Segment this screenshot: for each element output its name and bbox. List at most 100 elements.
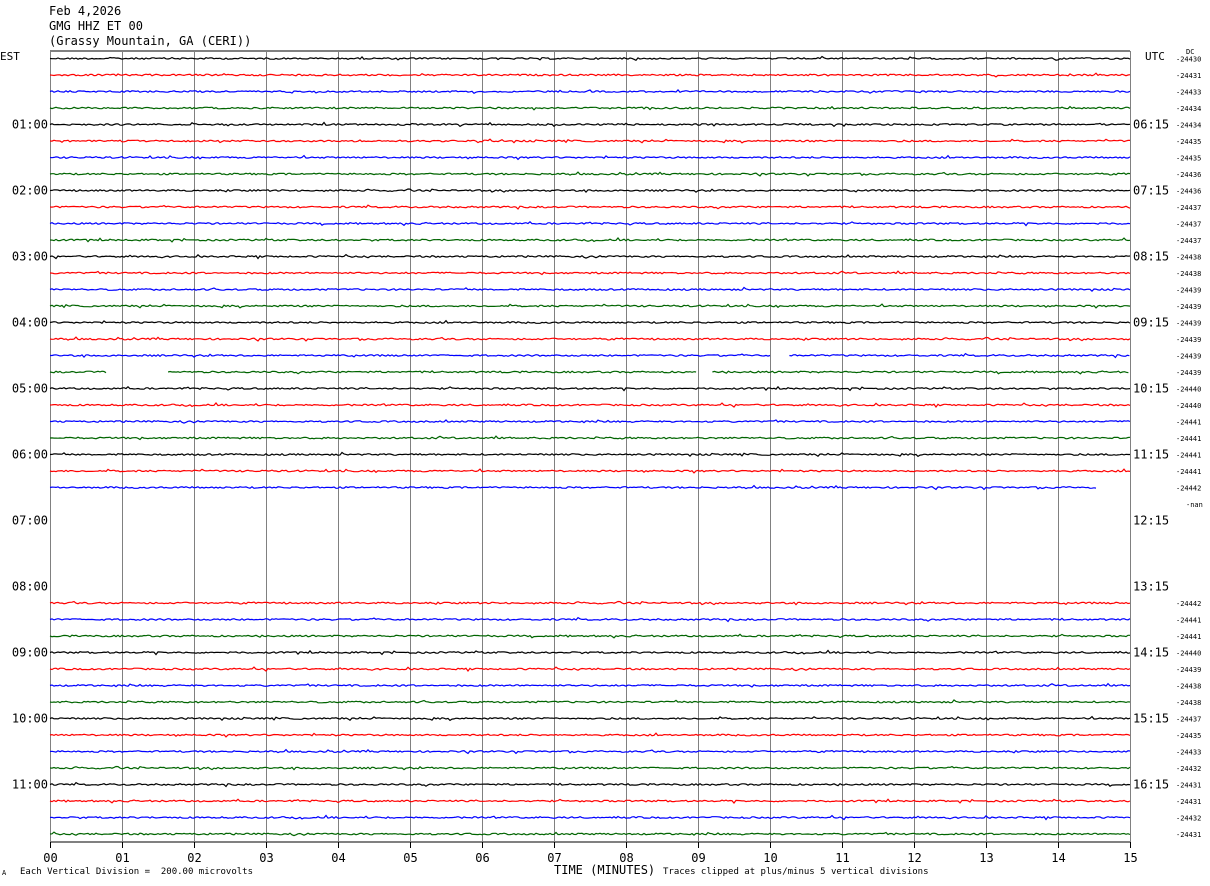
seismic-trace — [49, 616, 1131, 623]
x-tick-label: 11 — [835, 851, 849, 865]
seismic-trace — [49, 188, 1131, 193]
seismic-trace — [49, 88, 1131, 95]
seismic-trace — [49, 814, 1131, 821]
seismic-trace — [49, 666, 1131, 673]
seismic-trace — [49, 831, 1131, 837]
clip-note: Traces clipped at plus/minus 5 vertical … — [663, 867, 929, 877]
dc-offset-label: -24441 — [1176, 435, 1201, 443]
est-hour-label: 06:00 — [12, 448, 48, 462]
x-tick-label: 00 — [43, 851, 57, 865]
dc-label: DC — [1186, 48, 1195, 56]
dc-offset-label: -24441 — [1176, 419, 1201, 427]
utc-hour-label: 12:15 — [1133, 514, 1169, 528]
dc-offset-label: -24442 — [1176, 600, 1201, 608]
x-tick-label: 05 — [403, 851, 417, 865]
dc-offset-label: -24441 — [1176, 633, 1201, 641]
seismic-trace — [49, 649, 1131, 656]
scale-note: Each Vertical Division = 200.00 microvol… — [20, 867, 253, 877]
seismic-trace — [49, 237, 1131, 243]
x-tick-label: 03 — [259, 851, 273, 865]
dc-offset-label: -24438 — [1176, 699, 1201, 707]
est-hour-label: 02:00 — [12, 184, 48, 198]
utc-axis-title: UTC — [1145, 50, 1165, 63]
seismic-trace — [49, 105, 1131, 111]
x-tick-label: 10 — [763, 851, 777, 865]
x-tick-label: 09 — [691, 851, 705, 865]
dc-offset-label: -24434 — [1176, 105, 1201, 113]
utc-hour-label: 08:15 — [1133, 250, 1169, 264]
utc-hour-label: 11:15 — [1133, 448, 1169, 462]
dc-offset-label: -24441 — [1176, 452, 1201, 460]
dc-offset-label: -24431 — [1176, 72, 1201, 80]
seismic-trace — [49, 336, 1131, 342]
utc-hour-label: 06:15 — [1133, 118, 1169, 132]
dc-offset-label: -24431 — [1176, 782, 1201, 790]
dc-note-label: -nan — [1186, 501, 1203, 509]
seismic-trace — [49, 484, 1097, 491]
seismic-trace — [49, 468, 1131, 474]
est-hour-label: 01:00 — [12, 118, 48, 132]
est-hour-label: 09:00 — [12, 646, 48, 660]
dc-offset-label: -24436 — [1176, 188, 1201, 196]
seismic-trace — [49, 171, 1131, 177]
dc-offset-label: -24440 — [1176, 402, 1201, 410]
x-tick-label: 12 — [907, 851, 921, 865]
seismic-trace — [167, 370, 697, 375]
seismic-trace — [712, 370, 1129, 375]
est-hour-label: 04:00 — [12, 316, 48, 330]
x-tick-label: 04 — [331, 851, 345, 865]
seismic-trace — [49, 138, 1130, 144]
seismic-trace — [49, 121, 1131, 128]
x-tick-label: 14 — [1051, 851, 1065, 865]
dc-offset-label: -24437 — [1176, 204, 1201, 212]
dc-offset-label: -24440 — [1176, 386, 1201, 394]
seismic-trace — [49, 435, 1131, 441]
dc-offset-label: -24441 — [1176, 617, 1201, 625]
dc-offset-label: -24438 — [1176, 270, 1201, 278]
dc-offset-label: -24439 — [1176, 353, 1201, 361]
dc-offset-label: -24433 — [1176, 89, 1201, 97]
seismic-trace — [49, 204, 1131, 210]
utc-hour-label: 15:15 — [1133, 712, 1169, 726]
seismic-trace — [49, 319, 1131, 325]
seismic-trace — [49, 286, 1131, 293]
dc-offset-label: -24437 — [1176, 221, 1201, 229]
seismic-trace — [49, 748, 1131, 755]
x-tick-label: 13 — [979, 851, 993, 865]
dc-offset-label: -24435 — [1176, 732, 1201, 740]
seismic-trace — [49, 154, 1131, 161]
utc-hour-label: 10:15 — [1133, 382, 1169, 396]
seismic-trace — [50, 419, 1131, 424]
seismic-trace — [49, 600, 1131, 606]
dc-offset-label: -24437 — [1176, 716, 1201, 724]
dc-offset-label: -24434 — [1176, 122, 1201, 130]
x-tick-label: 06 — [475, 851, 489, 865]
seismic-trace — [49, 715, 1131, 722]
dc-offset-label: -24432 — [1176, 765, 1201, 773]
seismic-trace — [49, 253, 1131, 260]
seismic-trace — [49, 72, 1131, 78]
seismic-trace — [49, 732, 1131, 738]
seismic-trace — [49, 798, 1131, 804]
utc-hour-label: 07:15 — [1133, 184, 1169, 198]
utc-hour-label: 16:15 — [1133, 778, 1169, 792]
dc-offset-label: -24435 — [1176, 155, 1201, 163]
dc-offset-label: -24441 — [1176, 468, 1201, 476]
est-hour-label: 03:00 — [12, 250, 48, 264]
dc-offset-label: -24438 — [1176, 683, 1201, 691]
dc-offset-label: -24442 — [1176, 485, 1201, 493]
est-hour-label: 11:00 — [12, 778, 48, 792]
dc-offset-label: -24431 — [1176, 831, 1201, 839]
dc-offset-label: -24439 — [1176, 320, 1201, 328]
x-tick-label: 15 — [1123, 851, 1137, 865]
dc-offset-label: -24433 — [1176, 749, 1201, 757]
est-hour-label: 05:00 — [12, 382, 48, 396]
seismic-trace — [49, 781, 1131, 788]
seismic-trace — [49, 303, 1131, 309]
seismic-trace — [49, 385, 1131, 392]
seismic-trace — [49, 220, 1131, 227]
x-axis-label: TIME (MINUTES) — [554, 863, 656, 877]
x-tick-label: 01 — [115, 851, 129, 865]
dc-offset-label: -24431 — [1176, 798, 1201, 806]
dc-offset-label: -24432 — [1176, 815, 1201, 823]
